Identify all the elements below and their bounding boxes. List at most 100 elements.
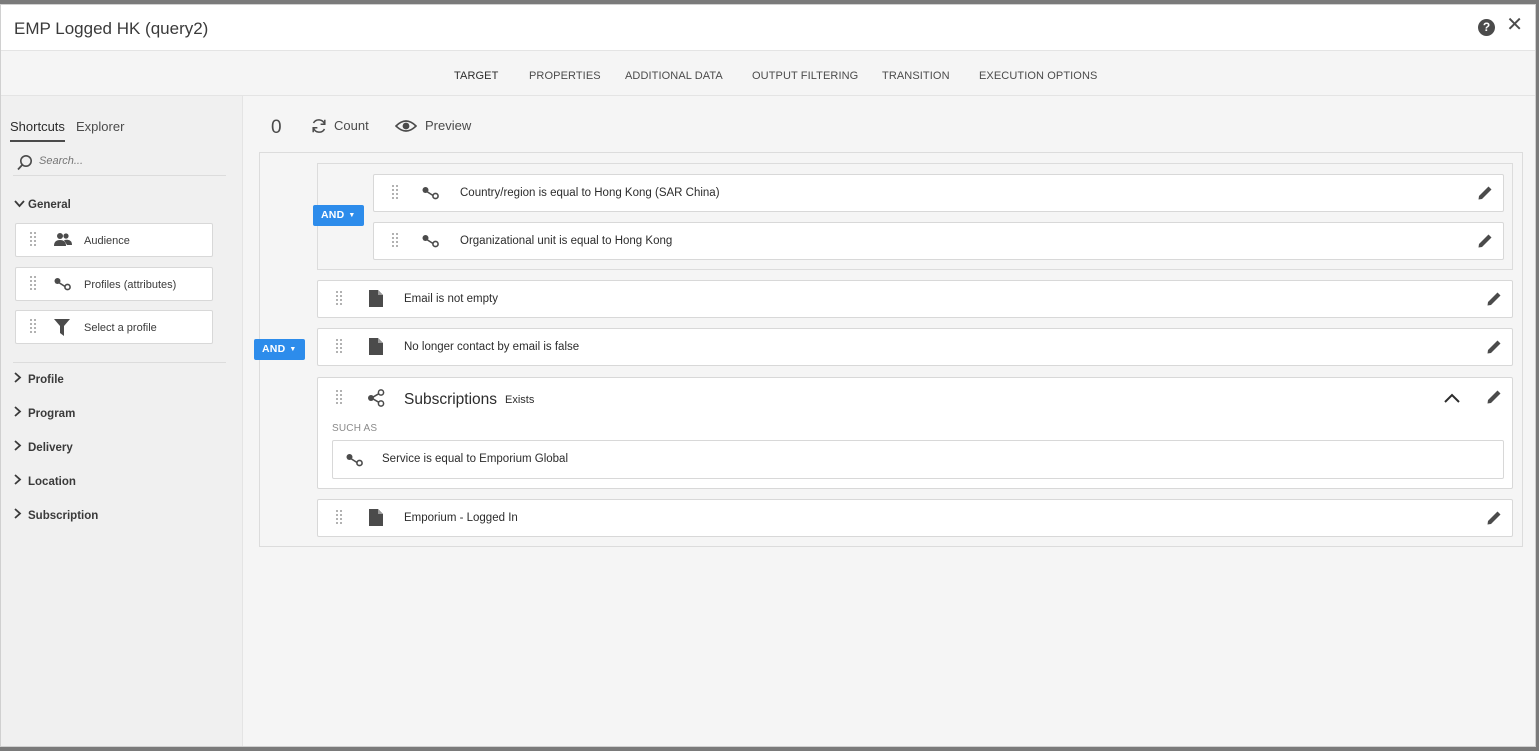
drag-handle-icon[interactable] [30, 276, 36, 292]
pencil-icon[interactable] [1486, 389, 1502, 405]
tab-additional-data[interactable]: ADDITIONAL DATA [625, 70, 723, 96]
section-program[interactable]: Program [14, 406, 75, 420]
document-icon [369, 509, 383, 526]
title-bar: EMP Logged HK (query2) ? ✕ [1, 5, 1535, 51]
link-icon [422, 235, 439, 248]
eye-icon [395, 120, 417, 132]
rule-emporium-logged-in[interactable]: Emporium - Logged In [317, 499, 1513, 537]
such-as-label: SUCH AS [332, 423, 378, 434]
chevron-down-icon [14, 199, 28, 211]
drag-handle-icon[interactable] [392, 185, 398, 201]
subscriptions-qualifier: Exists [505, 394, 535, 406]
sidebar-tab-shortcuts[interactable]: Shortcuts [10, 119, 65, 142]
pencil-icon[interactable] [1486, 291, 1502, 307]
pencil-icon[interactable] [1486, 510, 1502, 526]
chevron-right-icon [14, 474, 28, 488]
drag-handle-icon[interactable] [392, 233, 398, 249]
rule-label: Country/region is equal to Hong Kong (SA… [460, 187, 720, 199]
tab-target[interactable]: TARGET [454, 70, 499, 98]
shortcut-audience[interactable]: Audience [15, 223, 213, 257]
sidebar-tab-explorer[interactable]: Explorer [76, 119, 124, 140]
section-subscription[interactable]: Subscription [14, 508, 98, 522]
shortcut-select-a-profile[interactable]: Select a profile [15, 310, 213, 344]
query-workspace: 0 Count Preview AND ▼ AND ▼ Country/regi… [244, 96, 1535, 746]
rule-country-region[interactable]: Country/region is equal to Hong Kong (SA… [373, 174, 1504, 212]
tab-execution-options[interactable]: EXECUTION OPTIONS [979, 70, 1097, 96]
count-value: 0 [271, 117, 282, 138]
rule-no-longer-contact[interactable]: No longer contact by email is false [317, 328, 1513, 366]
drag-handle-icon[interactable] [336, 390, 342, 406]
pencil-icon[interactable] [1477, 233, 1493, 249]
shortcut-profiles-attributes[interactable]: Profiles (attributes) [15, 267, 213, 301]
rule-organizational-unit[interactable]: Organizational unit is equal to Hong Kon… [373, 222, 1504, 260]
inner-and-operator[interactable]: AND ▼ [313, 205, 364, 226]
sidebar-divider [13, 362, 226, 363]
section-profile[interactable]: Profile [14, 372, 64, 386]
query-dialog: EMP Logged HK (query2) ? ✕ TARGET PROPER… [0, 4, 1536, 747]
share-icon [368, 389, 385, 407]
rule-subscriptions[interactable]: Subscriptions Exists SUCH AS Service is … [317, 377, 1513, 489]
rule-label: Emporium - Logged In [404, 512, 518, 524]
section-label: Delivery [28, 442, 73, 454]
drag-handle-icon[interactable] [336, 510, 342, 526]
drag-handle-icon[interactable] [336, 339, 342, 355]
search-icon [17, 155, 32, 171]
close-icon[interactable]: ✕ [1506, 15, 1523, 35]
link-icon [346, 454, 363, 467]
subscriptions-title: Subscriptions [404, 391, 498, 408]
section-delivery[interactable]: Delivery [14, 440, 73, 454]
shortcut-label: Select a profile [84, 322, 157, 334]
condition-label: Service is equal to Emporium Global [382, 453, 568, 465]
section-label: Program [28, 408, 76, 420]
link-icon [422, 187, 439, 200]
rule-label: No longer contact by email is false [404, 341, 580, 353]
dialog-title: EMP Logged HK (query2) [14, 19, 209, 38]
filter-icon [54, 319, 70, 336]
query-outer-group: AND ▼ AND ▼ Country/region is equal to Hon… [254, 152, 1523, 547]
preview-button[interactable]: Preview [395, 118, 471, 136]
caret-down-icon: ▼ [289, 346, 297, 353]
rule-label: Organizational unit is equal to Hong Kon… [460, 235, 673, 247]
operator-label: AND [321, 209, 345, 221]
rule-email-not-empty[interactable]: Email is not empty [317, 280, 1513, 318]
inner-group: AND ▼ Country/region is equal to Hong Kon… [313, 163, 1513, 270]
audience-icon [54, 233, 72, 246]
search-box [13, 152, 226, 176]
section-location[interactable]: Location [14, 474, 76, 488]
drag-handle-icon[interactable] [30, 232, 36, 248]
refresh-icon [312, 119, 326, 133]
tab-transition[interactable]: TRANSITION [882, 70, 950, 96]
drag-handle-icon[interactable] [336, 291, 342, 307]
tab-bar: TARGET PROPERTIES ADDITIONAL DATA OUTPUT… [1, 51, 1535, 98]
sidebar: Shortcuts Explorer General Audience [1, 96, 243, 746]
chevron-right-icon [14, 508, 28, 522]
link-icon [54, 278, 71, 291]
outer-and-operator[interactable]: AND ▼ [254, 339, 305, 360]
chevron-right-icon [14, 406, 28, 420]
section-label: Subscription [28, 510, 99, 522]
tab-properties[interactable]: PROPERTIES [529, 70, 601, 96]
shortcut-label: Audience [84, 235, 130, 247]
caret-down-icon: ▼ [348, 212, 356, 219]
section-general[interactable]: General [14, 199, 71, 211]
pencil-icon[interactable] [1477, 185, 1493, 201]
tab-output-filtering[interactable]: OUTPUT FILTERING [752, 70, 858, 96]
shortcut-label: Profiles (attributes) [84, 279, 177, 291]
pencil-icon[interactable] [1486, 339, 1502, 355]
help-icon[interactable]: ? [1478, 19, 1495, 36]
document-icon [369, 338, 383, 355]
section-label: Location [28, 476, 76, 488]
operator-label: AND [262, 343, 286, 355]
search-input[interactable] [39, 155, 219, 167]
drag-handle-icon[interactable] [30, 319, 36, 335]
document-icon [369, 290, 383, 307]
chevron-right-icon [14, 440, 28, 454]
subscription-condition[interactable]: Service is equal to Emporium Global [332, 440, 1504, 479]
count-button[interactable]: Count [311, 118, 371, 136]
preview-label: Preview [425, 118, 472, 133]
chevron-up-icon[interactable] [1444, 393, 1460, 403]
count-label: Count [334, 118, 369, 133]
section-label: Profile [28, 374, 64, 386]
rule-label: Email is not empty [404, 293, 498, 305]
section-label: General [28, 199, 71, 211]
